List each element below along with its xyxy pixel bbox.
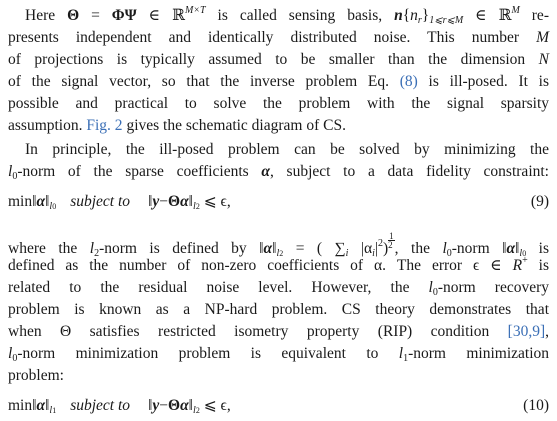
ref-30-9-link[interactable]: [30,9] [508,323,545,340]
p3-line-5: when Θ satisfies restricted isometry pro… [8,323,549,340]
equation-10: min‖α‖l1 subject to ‖y−Θα‖l2 ⩽ ϵ, (10) [8,397,549,416]
p3-line-7: problem: [8,367,64,384]
p3-line-2: defined as the number of non-zero coeffi… [8,255,549,275]
p1-line-4: of the signal vector, so that the invers… [8,73,549,90]
p1-line-6: assumption. Fig. 2 gives the schematic d… [8,117,346,134]
p1-line-3: of projections is typically assumed to b… [8,51,549,68]
p3-line-3: related to the residual noise level. How… [8,279,550,298]
paper-page: Here Θ = ΦΨ ∈ ℝM×T is called sensing bas… [0,0,557,421]
equation-10-number: (10) [523,397,549,414]
p2-line-2: l0-norm of the sparse coefficients α, su… [8,163,549,182]
p1-line-1: Here Θ = ΦΨ ∈ ℝM×T is called sensing bas… [25,5,549,26]
equation-9: min‖α‖l0 subject to ‖y−Θα‖l2 ⩽ ϵ, (9) [8,193,549,212]
p2-line-1: In principle, the ill-posed problem can … [25,141,549,158]
equation-9-number: (9) [530,193,549,210]
p3-line-4: problem is known as a NP-hard problem. C… [8,301,549,318]
eq8-link[interactable]: (8) [400,73,418,90]
p1-line-5: possible and practical to solve the prob… [8,95,549,112]
fig2-link[interactable]: Fig. 2 [86,117,122,134]
p3-line-1: where the l2-norm is defined by ‖α‖l2 = … [8,231,550,259]
p1-line-2: presents independent and identically dis… [8,29,549,46]
p3-line-6: l0-norm minimization problem is equivale… [8,345,549,364]
